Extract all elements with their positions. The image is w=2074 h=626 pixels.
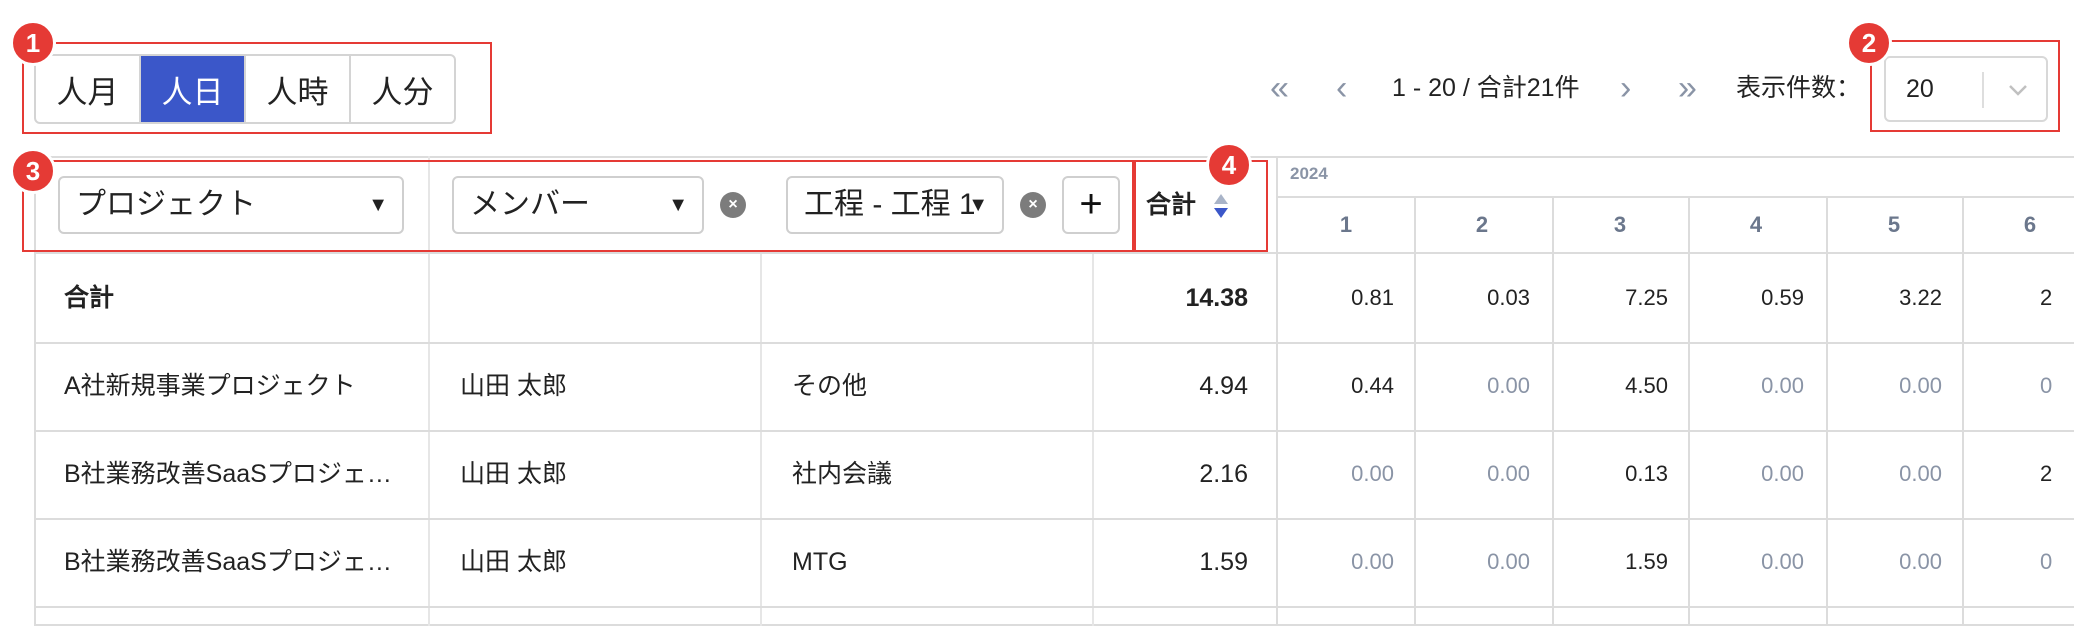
callout-badge-1: 1 <box>10 20 56 66</box>
callout-badge-4: 4 <box>1206 142 1252 188</box>
month-cell: 1.59 <box>1625 549 1668 574</box>
member-cell: 山田 太郎 <box>460 460 567 488</box>
month-header-5: 5 <box>1887 212 1901 237</box>
month-cell: 7.25 <box>1625 285 1668 310</box>
month-cell: 0.00 <box>1761 549 1804 574</box>
callout-badge-2: 2 <box>1846 20 1892 66</box>
column-separator <box>760 252 762 626</box>
callout-badge-3: 3 <box>10 148 56 194</box>
month-cell: 0.13 <box>1625 461 1668 486</box>
row-divider <box>34 606 2074 608</box>
per-page-label: 表示件数： <box>1736 74 1862 102</box>
row-total-cell: 1.59 <box>1199 548 1248 576</box>
month-cell: 0.00 <box>1899 549 1942 574</box>
process-cell: MTG <box>792 548 848 576</box>
last-page-icon[interactable]: » <box>1678 66 1697 110</box>
project-cell: B社業務改善SaaSプロジェ… <box>64 548 392 576</box>
month-cell: 0.00 <box>1761 373 1804 398</box>
month-header-6: 6 <box>2023 212 2037 237</box>
month-cell: 2 <box>2040 461 2053 486</box>
member-cell: 山田 太郎 <box>460 372 567 400</box>
column-separator <box>1962 196 1964 626</box>
prev-page-icon[interactable]: ‹ <box>1336 66 1347 110</box>
year-divider <box>1278 196 2074 198</box>
month-cell: 0.81 <box>1351 285 1394 310</box>
month-cell: 4.50 <box>1625 373 1668 398</box>
month-cell: 0.00 <box>1487 373 1530 398</box>
month-header-3: 3 <box>1613 212 1627 237</box>
month-cell: 0 <box>2040 549 2053 574</box>
column-separator <box>1092 252 1094 626</box>
first-page-icon[interactable]: « <box>1270 66 1289 110</box>
header-divider <box>34 252 2074 254</box>
row-total-cell: 2.16 <box>1199 460 1248 488</box>
month-cell: 0.00 <box>1761 461 1804 486</box>
month-header-2: 2 <box>1475 212 1489 237</box>
row-divider <box>34 430 2074 432</box>
year-label: 2024 <box>1290 164 1328 183</box>
month-header-4: 4 <box>1749 212 1763 237</box>
month-cell: 0.00 <box>1351 461 1394 486</box>
month-cell: 0.00 <box>1899 461 1942 486</box>
process-cell: その他 <box>792 372 868 400</box>
member-cell: 山田 太郎 <box>460 548 567 576</box>
next-page-icon[interactable]: › <box>1620 66 1631 110</box>
total-row-sum: 14.38 <box>1185 284 1248 312</box>
month-cell: 2 <box>2040 285 2053 310</box>
month-cell: 0.59 <box>1761 285 1804 310</box>
month-cell: 0.44 <box>1351 373 1394 398</box>
month-cell: 0.03 <box>1487 285 1530 310</box>
callout-box-3 <box>22 160 1134 252</box>
total-row-label: 合計 <box>64 284 115 312</box>
callout-box-2 <box>1870 40 2060 132</box>
row-divider <box>34 518 2074 520</box>
month-cell: 0.00 <box>1899 373 1942 398</box>
callout-box-1 <box>22 42 492 134</box>
process-cell: 社内会議 <box>792 460 893 488</box>
month-cell: 3.22 <box>1899 285 1942 310</box>
project-cell: B社業務改善SaaSプロジェ… <box>64 460 392 488</box>
row-divider <box>34 342 2074 344</box>
project-cell: A社新規事業プロジェクト <box>64 372 356 400</box>
month-header-1: 1 <box>1339 212 1353 237</box>
month-cell: 0.00 <box>1351 549 1394 574</box>
month-cell: 0.00 <box>1487 461 1530 486</box>
month-cell: 0 <box>2040 373 2053 398</box>
row-total-cell: 4.94 <box>1199 372 1248 400</box>
month-cell: 0.00 <box>1487 549 1530 574</box>
pagination-range: 1 - 20 / 合計21件 <box>1392 74 1580 102</box>
